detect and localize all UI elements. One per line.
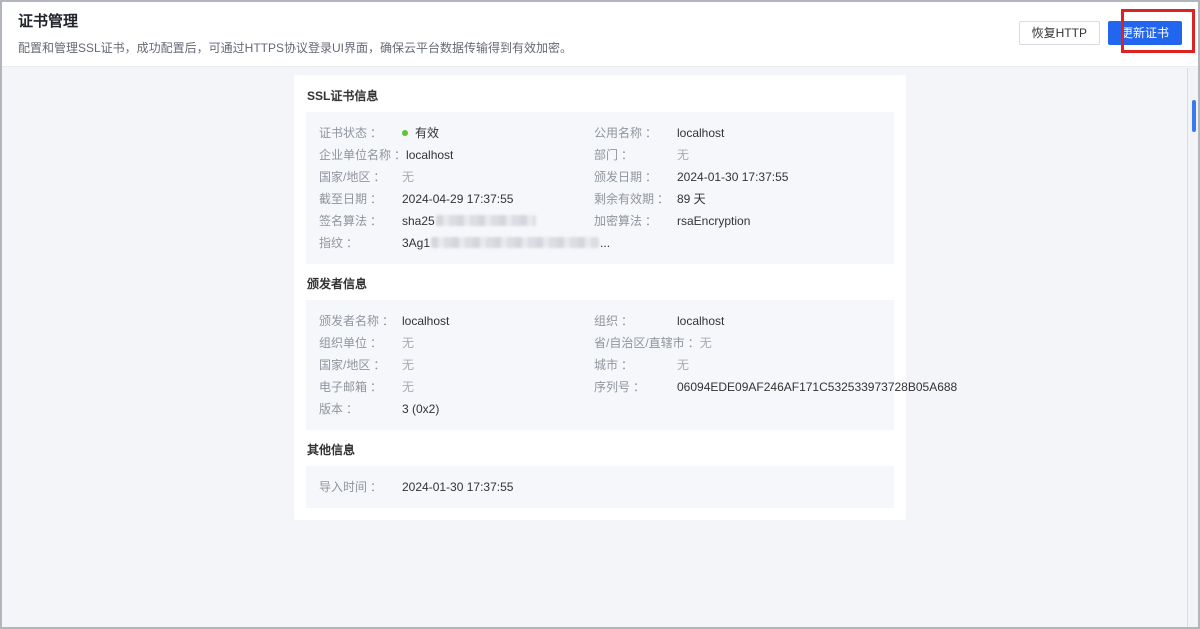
field-value: 2024-01-30 17:37:55 xyxy=(677,166,788,188)
field-province: 省/自治区/直辖市： 无 xyxy=(594,332,957,354)
content-area: SSL证书信息 证书状态： 有效 公用名称： localhost 企业单位名称：… xyxy=(2,67,1198,520)
redacted-text xyxy=(436,215,536,226)
field-value: 无 xyxy=(402,166,414,188)
field-label: 颁发日期： xyxy=(594,166,677,188)
field-serial-number: 序列号： 06094EDE09AF246AF171C532533973728B0… xyxy=(594,376,957,398)
field-issuer-country: 国家/地区： 无 xyxy=(319,354,594,376)
page-title: 证书管理 xyxy=(18,12,1182,32)
update-certificate-button[interactable]: 更新证书 xyxy=(1108,21,1182,45)
field-label: 序列号： xyxy=(594,376,677,398)
field-country: 国家/地区： 无 xyxy=(319,166,594,188)
field-import-time: 导入时间： 2024-01-30 17:37:55 xyxy=(319,476,594,498)
certificate-management-page: 证书管理 配置和管理SSL证书，成功配置后，可通过HTTPS协议登录UI界面，确… xyxy=(0,0,1200,629)
section-title-other-info: 其他信息 xyxy=(307,442,893,458)
field-value: 无 xyxy=(677,144,689,166)
field-value: 89 天 xyxy=(677,188,706,210)
field-issuer-name: 颁发者名称： localhost xyxy=(319,310,594,332)
field-cert-status: 证书状态： 有效 xyxy=(319,122,594,144)
field-value: 3 (0x2) xyxy=(402,398,439,420)
issuer-info-panel: 颁发者名称： localhost 组织： localhost 组织单位： 无 省… xyxy=(306,300,894,430)
field-value: rsaEncryption xyxy=(677,210,750,232)
field-value: localhost xyxy=(406,144,453,166)
field-value: 无 xyxy=(402,332,414,354)
field-value: 无 xyxy=(700,332,712,354)
field-fingerprint: 指纹： 3Ag1... xyxy=(319,232,881,254)
section-title-ssl-info: SSL证书信息 xyxy=(307,88,893,104)
scrollbar-track[interactable] xyxy=(1187,68,1198,627)
field-label: 颁发者名称： xyxy=(319,310,402,332)
field-label: 组织： xyxy=(594,310,677,332)
field-expire-date: 截至日期： 2024-04-29 17:37:55 xyxy=(319,188,594,210)
field-value: 无 xyxy=(402,354,414,376)
status-value: 有效 xyxy=(402,122,439,144)
section-title-issuer-info: 颁发者信息 xyxy=(307,276,893,292)
field-value: localhost xyxy=(677,310,724,332)
field-city: 城市： 无 xyxy=(594,354,957,376)
field-value: 无 xyxy=(677,354,689,376)
field-label: 版本： xyxy=(319,398,402,420)
field-label: 国家/地区： xyxy=(319,166,402,188)
field-label: 导入时间： xyxy=(319,476,402,498)
field-label: 部门： xyxy=(594,144,677,166)
field-org-name: 企业单位名称： localhost xyxy=(319,144,594,166)
field-value: 2024-04-29 17:37:55 xyxy=(402,188,513,210)
field-version: 版本： 3 (0x2) xyxy=(319,398,594,420)
field-value: localhost xyxy=(402,310,449,332)
field-label: 省/自治区/直辖市： xyxy=(594,332,700,354)
field-label: 企业单位名称： xyxy=(319,144,406,166)
field-label: 指纹： xyxy=(319,232,402,254)
field-sign-algo: 签名算法： sha25 xyxy=(319,210,594,232)
field-label: 公用名称： xyxy=(594,122,677,144)
ssl-info-panel: 证书状态： 有效 公用名称： localhost 企业单位名称： localho… xyxy=(306,112,894,264)
field-value: sha25 xyxy=(402,210,537,232)
field-label: 城市： xyxy=(594,354,677,376)
field-email: 电子邮箱： 无 xyxy=(319,376,594,398)
field-days-left: 剩余有效期： 89 天 xyxy=(594,188,881,210)
other-info-panel: 导入时间： 2024-01-30 17:37:55 xyxy=(306,466,894,508)
field-value: 2024-01-30 17:37:55 xyxy=(402,476,513,498)
field-label: 组织单位： xyxy=(319,332,402,354)
field-value: localhost xyxy=(677,122,724,144)
page-header: 证书管理 配置和管理SSL证书，成功配置后，可通过HTTPS协议登录UI界面，确… xyxy=(2,2,1198,67)
field-department: 部门： 无 xyxy=(594,144,881,166)
field-value: 06094EDE09AF246AF171C532533973728B05A688 xyxy=(677,376,957,398)
field-label: 剩余有效期： xyxy=(594,188,677,210)
status-dot-icon xyxy=(402,130,408,136)
field-value: 无 xyxy=(402,376,414,398)
page-subtitle: 配置和管理SSL证书，成功配置后，可通过HTTPS协议登录UI界面，确保云平台数… xyxy=(18,40,1182,56)
redacted-text xyxy=(431,237,599,248)
field-value: 3Ag1... xyxy=(402,232,610,254)
field-common-name: 公用名称： localhost xyxy=(594,122,881,144)
field-label: 签名算法： xyxy=(319,210,402,232)
field-label: 电子邮箱： xyxy=(319,376,402,398)
header-actions: 恢复HTTP 更新证书 xyxy=(1019,21,1182,45)
field-label: 国家/地区： xyxy=(319,354,402,376)
field-organization: 组织： localhost xyxy=(594,310,957,332)
field-org-unit: 组织单位： 无 xyxy=(319,332,594,354)
field-encrypt-algo: 加密算法： rsaEncryption xyxy=(594,210,881,232)
restore-http-button[interactable]: 恢复HTTP xyxy=(1019,21,1100,45)
certificate-detail-card: SSL证书信息 证书状态： 有效 公用名称： localhost 企业单位名称：… xyxy=(294,75,906,520)
scrollbar-thumb[interactable] xyxy=(1192,100,1196,132)
field-label: 证书状态： xyxy=(319,122,402,144)
field-label: 加密算法： xyxy=(594,210,677,232)
field-issue-date: 颁发日期： 2024-01-30 17:37:55 xyxy=(594,166,881,188)
field-label: 截至日期： xyxy=(319,188,402,210)
